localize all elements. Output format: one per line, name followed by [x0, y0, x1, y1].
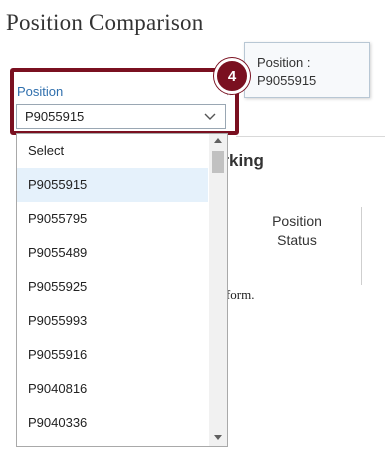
section-divider	[236, 136, 385, 137]
tooltip-line1: Position :	[257, 55, 311, 70]
position-tooltip: Position : P9055915	[244, 42, 370, 98]
page-title: Position Comparison	[6, 10, 204, 35]
callout-badge: 4	[214, 58, 250, 94]
dropdown-scrollbar[interactable]	[209, 134, 227, 446]
callout-highlight	[10, 68, 239, 135]
dropdown-option[interactable]: P9055795	[17, 202, 208, 236]
column-header-line2: Status	[277, 232, 317, 248]
column-header-position-status: Position Status	[254, 212, 340, 250]
column-header-line1: Position	[272, 213, 322, 229]
dropdown-option[interactable]: P9055916	[17, 338, 208, 372]
dropdown-option-highlighted[interactable]: P9055915	[17, 168, 208, 202]
scrollbar-thumb[interactable]	[212, 151, 224, 173]
dropdown-option[interactable]: P9055489	[17, 236, 208, 270]
position-dropdown-list[interactable]: Select P9055915 P9055795 P9055489 P90559…	[16, 133, 228, 447]
tooltip-line2: P9055915	[257, 73, 317, 88]
dropdown-option[interactable]: P9055993	[17, 304, 208, 338]
dropdown-option[interactable]: Select	[17, 134, 208, 168]
scroll-down-arrow-icon[interactable]	[214, 435, 222, 440]
scroll-up-arrow-icon[interactable]	[214, 138, 222, 143]
dropdown-option[interactable]: P9040816	[17, 372, 208, 406]
column-divider	[361, 207, 362, 285]
dropdown-option[interactable]: P9055925	[17, 270, 208, 304]
dropdown-option[interactable]: P9040336	[17, 406, 208, 440]
